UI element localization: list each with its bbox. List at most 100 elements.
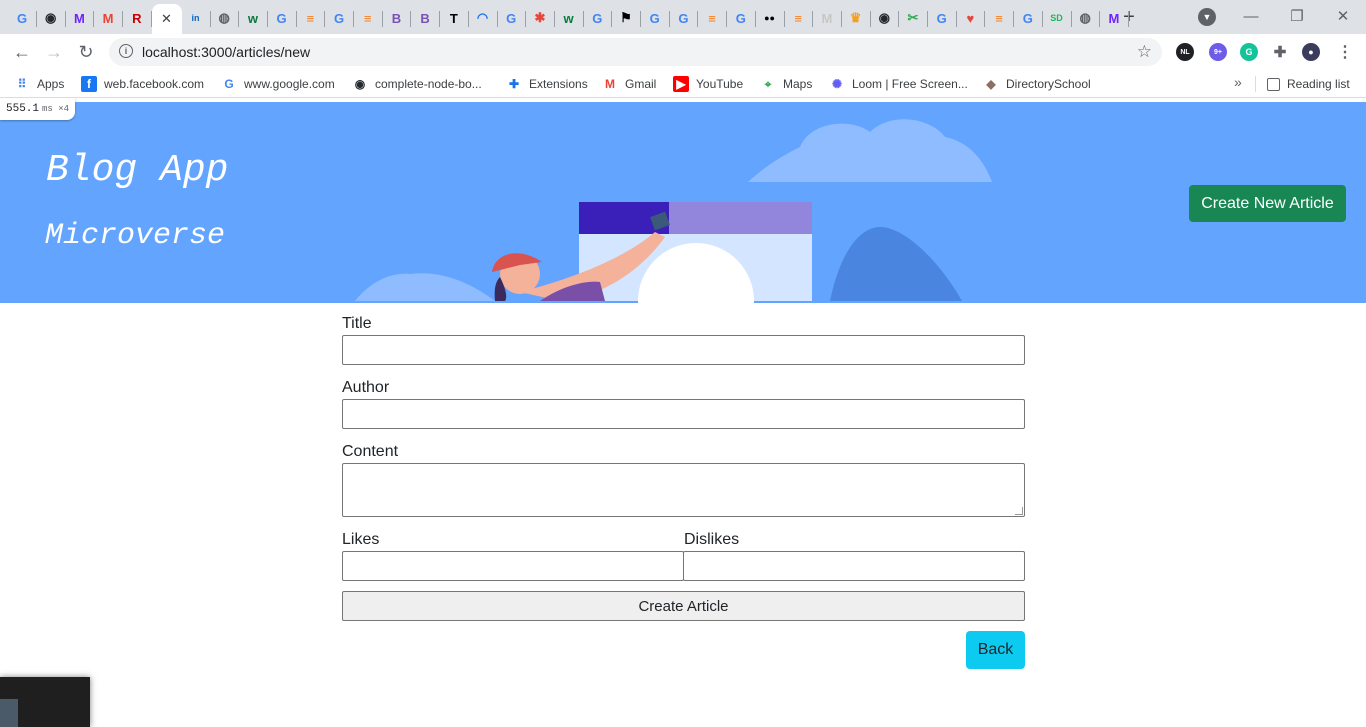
likes-input[interactable] (342, 551, 684, 581)
reload-icon[interactable]: ↻ (74, 40, 98, 64)
bookmark-item[interactable]: Gwww.google.com (221, 76, 335, 92)
browser-tab[interactable]: ●● (756, 4, 785, 32)
browser-tab[interactable]: ≡ (985, 4, 1015, 32)
browser-tab[interactable]: G (268, 4, 297, 32)
content-textarea[interactable] (342, 463, 1025, 517)
browser-tab[interactable]: ⚑ (612, 4, 641, 32)
browser-tab[interactable]: G (669, 4, 699, 32)
avatar[interactable]: ● (1302, 43, 1320, 61)
close-window-button[interactable]: ✕ (1320, 4, 1366, 28)
stackoverflow-icon: ≡ (708, 10, 716, 26)
bookmark-item[interactable]: ✚ Extensions (506, 76, 588, 92)
bookmark-star-icon[interactable]: ☆ (1137, 42, 1152, 62)
browser-tab[interactable]: ◍ (210, 4, 240, 32)
browser-tab[interactable]: ✱ (526, 4, 555, 32)
bookmark-label: web.facebook.com (104, 77, 205, 91)
browser-tab[interactable]: ≡ (296, 4, 326, 32)
browser-tab[interactable]: M (94, 4, 124, 32)
browser-tab[interactable]: ≡ (784, 4, 814, 32)
create-new-article-button[interactable]: Create New Article (1189, 185, 1346, 222)
heart-icon: ♥ (966, 10, 975, 26)
close-tab-icon[interactable]: ✕ (161, 11, 172, 27)
browser-tab[interactable]: M (1100, 4, 1129, 32)
browser-tab[interactable]: G (641, 4, 670, 32)
perf-value: 555.1 (6, 103, 40, 115)
create-article-button[interactable]: Create Article (342, 591, 1025, 621)
bookmark-label: www.google.com (244, 77, 335, 91)
hero-illustration (355, 119, 992, 303)
browser-tab[interactable]: ♥ (956, 4, 986, 32)
browser-tab[interactable]: T (440, 4, 469, 32)
dislikes-input[interactable] (683, 551, 1025, 581)
bookmarks-divider (1255, 76, 1256, 92)
browser-tab[interactable]: in (182, 4, 211, 32)
browser-tab[interactable]: B (411, 4, 441, 32)
bookmark-label: Extensions (529, 77, 588, 91)
bootstrap-icon: B (391, 10, 402, 26)
bookmark-label: Maps (783, 77, 813, 91)
wifi-icon: ◠ (476, 10, 489, 25)
loom-icon: ✺ (831, 77, 843, 91)
address-bar[interactable]: i localhost:3000/articles/new ☆ (109, 38, 1162, 66)
browser-tab[interactable]: M (813, 4, 842, 32)
browser-tab[interactable]: G (8, 4, 37, 32)
reading-list-button[interactable]: Reading list (1267, 76, 1350, 92)
tab-search-button[interactable]: ▼ (1198, 8, 1216, 26)
browser-tab[interactable]: ◉ (870, 4, 900, 32)
tab-strip: + ▼ — ❐ ✕ G ◉ M M Rin ◍ w G ≡ G ≡ B B T ◠ G ✱ w G ⚑ G G ≡ G ●● ≡ M… (0, 0, 1366, 34)
browser-tab[interactable]: G (583, 4, 613, 32)
gear-extension-icon[interactable]: 9+ (1209, 43, 1227, 61)
bookmark-item[interactable]: ⌖ Maps (760, 76, 813, 92)
bookmark-item[interactable]: ⠿ Apps (14, 76, 65, 92)
browser-tab[interactable]: w (555, 4, 584, 32)
google-icon: G (276, 10, 287, 26)
puzzle-icon[interactable]: ✚ (1271, 43, 1289, 61)
restore-button[interactable]: ❐ (1274, 4, 1320, 28)
browser-tab[interactable]: G (928, 4, 957, 32)
browser-tab[interactable]: R (123, 4, 152, 32)
kebab-menu-icon[interactable]: ⋮ (1336, 43, 1354, 61)
globe-icon: ◍ (1079, 10, 1091, 25)
bookmark-item[interactable]: f web.facebook.com (81, 76, 204, 92)
bookmark-label: Apps (37, 77, 65, 91)
browser-tab[interactable]: G (1014, 4, 1043, 32)
google-icon: G (735, 10, 746, 26)
grammarly-icon[interactable]: G (1240, 43, 1258, 61)
rails-icon: R (132, 10, 142, 26)
browser-tab[interactable]: M (65, 4, 95, 32)
browser-tab[interactable]: G (727, 4, 756, 32)
github-icon: ◉ (45, 10, 57, 25)
browser-tab[interactable]: ◠ (469, 4, 498, 32)
google-icon: G (649, 10, 660, 26)
title-input[interactable] (342, 335, 1025, 365)
browser-tab[interactable]: ≡ (354, 4, 383, 32)
globe-extension-icon[interactable]: NL (1176, 43, 1194, 61)
browser-tab[interactable]: SD (1043, 4, 1072, 32)
browser-tab[interactable]: ≡ (698, 4, 728, 32)
site-info-icon[interactable]: i (119, 44, 133, 58)
taskbar-chip (0, 699, 18, 727)
browser-tab[interactable]: G (325, 4, 354, 32)
browser-tab[interactable]: ◉ (37, 4, 66, 32)
bookmark-item[interactable]: ◉ complete-node-bo... (352, 76, 482, 92)
bookmarks-overflow-icon[interactable]: » (1234, 74, 1242, 90)
url-text[interactable]: localhost:3000/articles/new (142, 44, 310, 60)
browser-tab[interactable]: B (382, 4, 412, 32)
bookmark-item[interactable]: ▶ YouTube (673, 76, 743, 92)
bookmark-item[interactable]: M Gmail (602, 76, 656, 92)
back-button[interactable]: Back (966, 631, 1025, 669)
author-input[interactable] (342, 399, 1025, 429)
browser-tab[interactable]: ✂ (899, 4, 928, 32)
minimize-button[interactable]: — (1228, 4, 1274, 28)
back-arrow-icon[interactable]: ← (10, 40, 34, 64)
medium-icon: ●● (764, 13, 775, 23)
browser-tab[interactable]: ◍ (1071, 4, 1101, 32)
bookmark-item[interactable]: ◆ DirectorySchool (983, 76, 1090, 92)
browser-tab[interactable]: w (239, 4, 268, 32)
browser-tab[interactable]: ♛ (842, 4, 871, 32)
active-tab[interactable]: ✕ (151, 4, 182, 34)
browser-tab[interactable]: G (497, 4, 527, 32)
forward-arrow-icon[interactable]: → (42, 40, 66, 64)
resize-handle-icon[interactable] (1015, 507, 1023, 515)
bookmark-item[interactable]: ✺ Loom | Free Screen... (829, 76, 968, 92)
